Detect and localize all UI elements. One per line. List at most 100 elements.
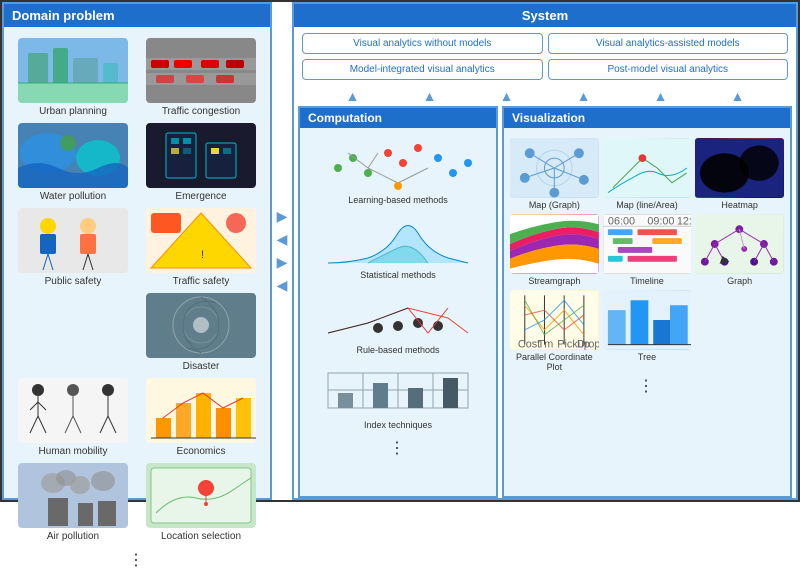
arrow-right-2: ▶ <box>277 254 288 271</box>
domain-header: Domain problem <box>4 4 270 27</box>
list-item: Statistical methods <box>308 213 488 280</box>
domain-label: Air pollution <box>47 531 99 542</box>
visualization-panel: Visualization <box>502 106 792 498</box>
viz-label: Graph <box>727 276 752 286</box>
visual-analytics-no-models-btn[interactable]: Visual analytics without models <box>302 33 543 54</box>
human-mobility-img <box>18 378 128 443</box>
domain-label: Traffic safety <box>173 276 230 287</box>
list-item: Traffic congestion <box>140 38 262 117</box>
domain-grid: Urban planning Traffic congestion <box>12 38 262 570</box>
list-item: Air pollution <box>12 463 134 542</box>
system-buttons: Visual analytics without models Visual a… <box>294 27 796 86</box>
public-safety-img <box>18 208 128 273</box>
main-container: Domain problem Urban planning <box>0 0 800 502</box>
list-item: Water pollution <box>12 123 134 202</box>
rule-based-methods-img <box>318 288 478 343</box>
list-item: Streamgraph <box>510 214 599 286</box>
svg-text:06:00: 06:00 <box>608 215 635 227</box>
list-item: ! Traffic safety <box>140 208 262 287</box>
svg-text:!: ! <box>201 249 204 261</box>
list-item: Tree <box>603 290 692 372</box>
index-techniques-img <box>318 363 478 418</box>
viz-label: Heatmap <box>721 200 758 210</box>
viz-label: Parallel Coordinate Plot <box>510 352 599 372</box>
viz-label: Timeline <box>630 276 664 286</box>
statistical-methods-img <box>318 213 478 268</box>
list-item: Public safety <box>12 208 134 287</box>
list-item: Learning-based methods <box>308 138 488 205</box>
post-model-btn[interactable]: Post-model visual analytics <box>548 59 789 80</box>
arrow-up-2: ▲ <box>423 88 437 104</box>
emergence-img <box>146 123 256 188</box>
list-item: 06:00 09:00 12:00 <box>603 214 692 286</box>
viz-label: Streamgraph <box>528 276 580 286</box>
domain-label: Disaster <box>183 361 220 372</box>
learning-methods-img <box>318 138 478 193</box>
arrow-up-6: ▲ <box>731 88 745 104</box>
visualization-grid: Map (Graph) Map (line/Area) <box>510 138 784 396</box>
arrow-left-1: ◀ <box>277 231 288 248</box>
arrow-up-1: ▲ <box>346 88 360 104</box>
visual-analytics-assisted-btn[interactable]: Visual analytics-assisted models <box>548 33 789 54</box>
domain-label: Water pollution <box>40 191 106 202</box>
arrow-up-5: ▲ <box>654 88 668 104</box>
viz-label: Map (line/Area) <box>616 200 678 210</box>
list-item: Index techniques <box>308 363 488 430</box>
list-item: Cost Tm Pickup Drop Parallel Coordinate … <box>510 290 599 372</box>
list-item: Urban planning <box>12 38 134 117</box>
system-header: System <box>294 4 796 27</box>
location-selection-img <box>146 463 256 528</box>
system-panel: System Visual analytics without models V… <box>292 2 798 500</box>
list-item: Map (line/Area) <box>603 138 692 210</box>
domain-label: Public safety <box>45 276 102 287</box>
svg-text:Drop: Drop <box>577 339 599 350</box>
traffic-safety-img: ! <box>146 208 256 273</box>
viz-label: Map (Graph) <box>529 200 580 210</box>
tree-img <box>603 290 692 350</box>
heatmap-img <box>695 138 784 198</box>
air-pollution-img <box>18 463 128 528</box>
arrows-row: ▲ ▲ ▲ ▲ ▲ ▲ <box>294 86 796 106</box>
domain-dots: ⋮ <box>12 550 262 570</box>
economics-img <box>146 378 256 443</box>
computation-items: Learning-based methods Statistical metho… <box>308 138 488 458</box>
list-item: Human mobility <box>12 378 134 457</box>
streamgraph-img <box>510 214 599 274</box>
domain-label: Traffic congestion <box>162 106 240 117</box>
computation-header: Computation <box>300 108 496 128</box>
arrow-up-3: ▲ <box>500 88 514 104</box>
comp-label: Statistical methods <box>360 270 436 280</box>
domain-label: Emergence <box>175 191 226 202</box>
domain-label: Urban planning <box>39 106 107 117</box>
list-item: Graph <box>695 214 784 286</box>
list-item: Location selection <box>140 463 262 542</box>
arrow-up-4: ▲ <box>577 88 591 104</box>
visualization-dots: ⋮ <box>510 376 784 396</box>
model-integrated-btn[interactable]: Model-integrated visual analytics <box>302 59 543 80</box>
svg-text:12:00: 12:00 <box>677 215 692 227</box>
visualization-header: Visualization <box>504 108 790 128</box>
domain-label: Location selection <box>161 531 241 542</box>
list-item: Map (Graph) <box>510 138 599 210</box>
svg-text:09:00: 09:00 <box>647 215 674 227</box>
svg-text:Tm: Tm <box>538 339 554 350</box>
list-item: Disaster <box>140 293 262 372</box>
urban-planning-img <box>18 38 128 103</box>
comp-label: Learning-based methods <box>348 195 448 205</box>
graph-img <box>695 214 784 274</box>
map-graph-img <box>510 138 599 198</box>
list-item: Economics <box>140 378 262 457</box>
comp-label: Index techniques <box>364 420 432 430</box>
computation-panel: Computation <box>298 106 498 498</box>
map-line-img <box>603 138 692 198</box>
disaster-img <box>146 293 256 358</box>
panel-separator: ▶ ◀ ▶ ◀ <box>272 2 292 500</box>
comp-label: Rule-based methods <box>356 345 439 355</box>
viz-label: Tree <box>638 352 656 362</box>
arrow-right-1: ▶ <box>277 208 288 225</box>
list-item: Heatmap <box>695 138 784 210</box>
parallel-coord-img: Cost Tm Pickup Drop <box>510 290 599 350</box>
timeline-img: 06:00 09:00 12:00 <box>603 214 692 274</box>
traffic-congestion-img <box>146 38 256 103</box>
water-pollution-img <box>18 123 128 188</box>
